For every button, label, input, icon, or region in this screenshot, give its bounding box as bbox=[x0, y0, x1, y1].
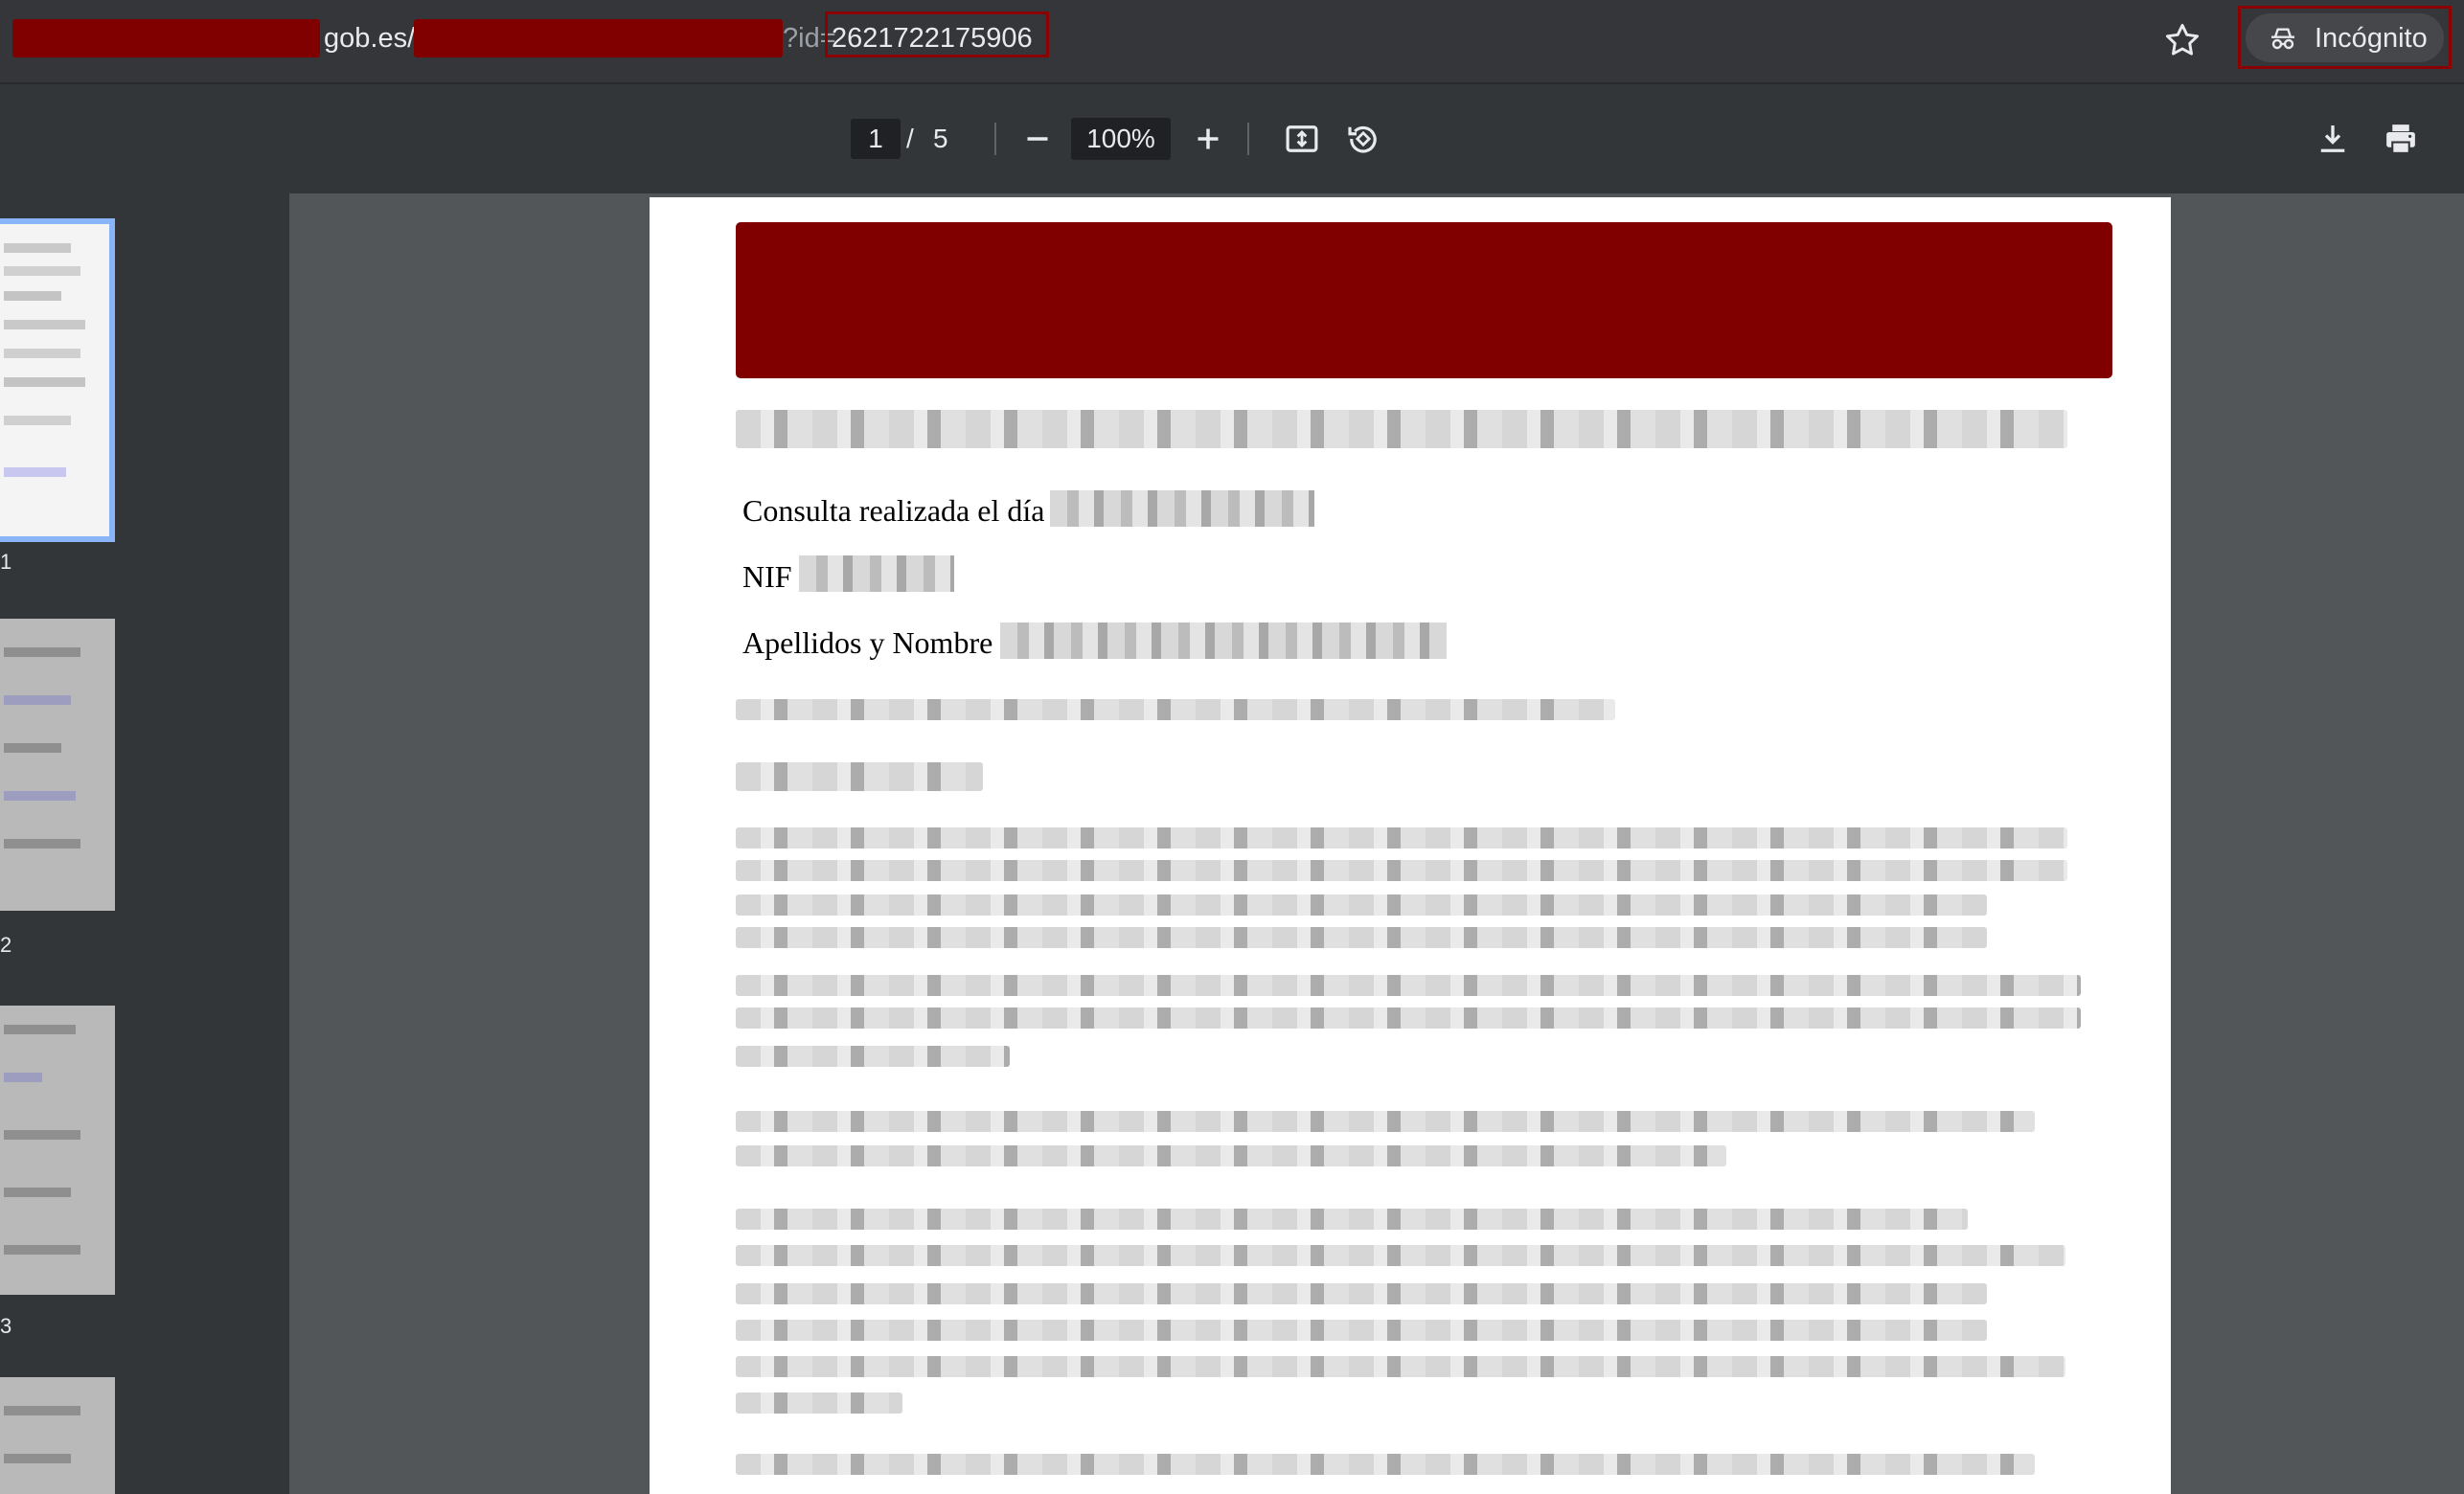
thumbnail-number: 1 bbox=[0, 550, 12, 574]
consulta-label: Consulta realizada el día bbox=[742, 493, 1045, 528]
page-total: 5 bbox=[933, 124, 948, 153]
page-thumbnail[interactable] bbox=[0, 619, 115, 911]
rotate-icon[interactable] bbox=[1343, 119, 1383, 159]
blurred-text-line bbox=[736, 1283, 1987, 1304]
nif-label: NIF bbox=[742, 559, 792, 594]
blurred-text-line bbox=[736, 1111, 2035, 1132]
blurred-text-line bbox=[736, 1454, 2035, 1475]
url-id-value[interactable]: 2621722175906 bbox=[832, 17, 1033, 59]
fit-to-page-icon[interactable] bbox=[1282, 119, 1322, 159]
redacted-url-part bbox=[12, 19, 320, 57]
redacted-url-path bbox=[414, 19, 783, 57]
zoom-level-input[interactable]: 100% bbox=[1071, 118, 1171, 160]
blurred-text-line bbox=[736, 894, 1987, 916]
blurred-text-line bbox=[736, 1392, 902, 1414]
incognito-label: Incógnito bbox=[2315, 23, 2428, 54]
download-icon[interactable] bbox=[2313, 119, 2353, 159]
blurred-text-line bbox=[736, 1007, 2081, 1029]
page-thumbnail[interactable] bbox=[0, 1377, 115, 1494]
blurred-text-line bbox=[736, 927, 1987, 948]
page-thumbnail[interactable] bbox=[0, 218, 115, 542]
blurred-text-line bbox=[736, 1145, 1726, 1166]
url-domain[interactable]: gob.es/ bbox=[324, 17, 415, 59]
bookmark-star-icon[interactable] bbox=[2161, 19, 2203, 61]
blurred-text-line bbox=[736, 1209, 1968, 1230]
blurred-nif-value bbox=[799, 555, 954, 592]
toolbar-divider bbox=[1247, 123, 1249, 155]
redacted-header bbox=[736, 222, 2112, 378]
apellidos-label: Apellidos y Nombre bbox=[742, 625, 993, 660]
pdf-toolbar bbox=[0, 82, 2464, 193]
blurred-text-line bbox=[736, 975, 2081, 996]
blurred-date-value bbox=[1050, 490, 1314, 527]
zoom-in-icon[interactable] bbox=[1188, 119, 1228, 159]
zoom-out-icon[interactable] bbox=[1017, 119, 1058, 159]
thumbnail-number: 2 bbox=[0, 933, 12, 957]
blurred-text-line bbox=[736, 699, 1615, 720]
incognito-icon bbox=[2268, 23, 2298, 54]
blurred-text-line bbox=[736, 827, 2067, 849]
thumbnail-number: 3 bbox=[0, 1314, 12, 1338]
toolbar-divider bbox=[994, 123, 996, 155]
blurred-text-line bbox=[736, 860, 2067, 881]
blurred-text-line bbox=[736, 1046, 1010, 1067]
blurred-name-value bbox=[1000, 622, 1447, 659]
page-separator: / bbox=[906, 124, 914, 153]
page-number-input[interactable]: 1 bbox=[851, 119, 901, 159]
blurred-text-line bbox=[736, 1245, 2065, 1266]
print-icon[interactable] bbox=[2380, 119, 2422, 159]
blurred-text-line bbox=[736, 762, 983, 791]
page-thumbnail[interactable] bbox=[0, 1006, 115, 1295]
blurred-text-line bbox=[736, 1356, 2065, 1377]
blurred-text-line bbox=[736, 1320, 1987, 1341]
blurred-title bbox=[736, 410, 2067, 448]
